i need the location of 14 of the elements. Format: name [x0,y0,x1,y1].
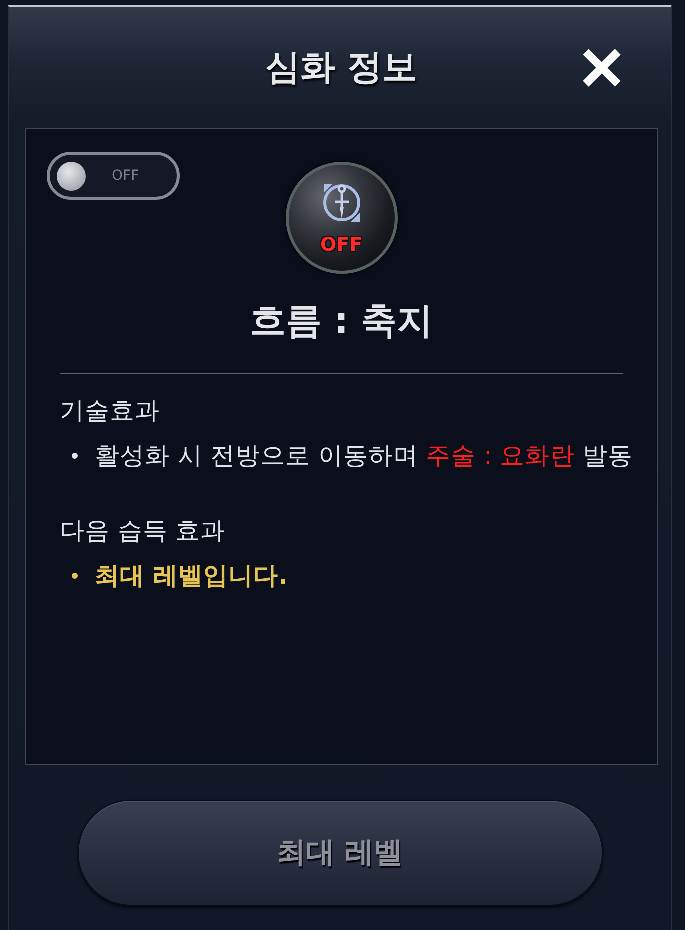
effect-text: 활성화 시 전방으로 이동하며 주술 : 요화란 발동 [95,441,633,471]
bullet-icon [72,453,78,459]
sword-emblem-icon [320,181,362,225]
skill-name: 흐름 : 축지 [248,300,434,344]
close-icon [582,48,622,86]
section-heading: 기술효과 [60,396,161,426]
toggle-switch[interactable]: OFF [47,152,180,200]
section-heading: 다음 습득 효과 [60,516,227,546]
toggle-knob [57,162,86,190]
bullet-icon [72,573,78,579]
dialog-title: 심화 정보 [265,46,418,88]
effect-text: 최대 레벨입니다. [95,561,288,591]
close-button[interactable] [582,48,622,86]
status-label: OFF [320,235,363,255]
